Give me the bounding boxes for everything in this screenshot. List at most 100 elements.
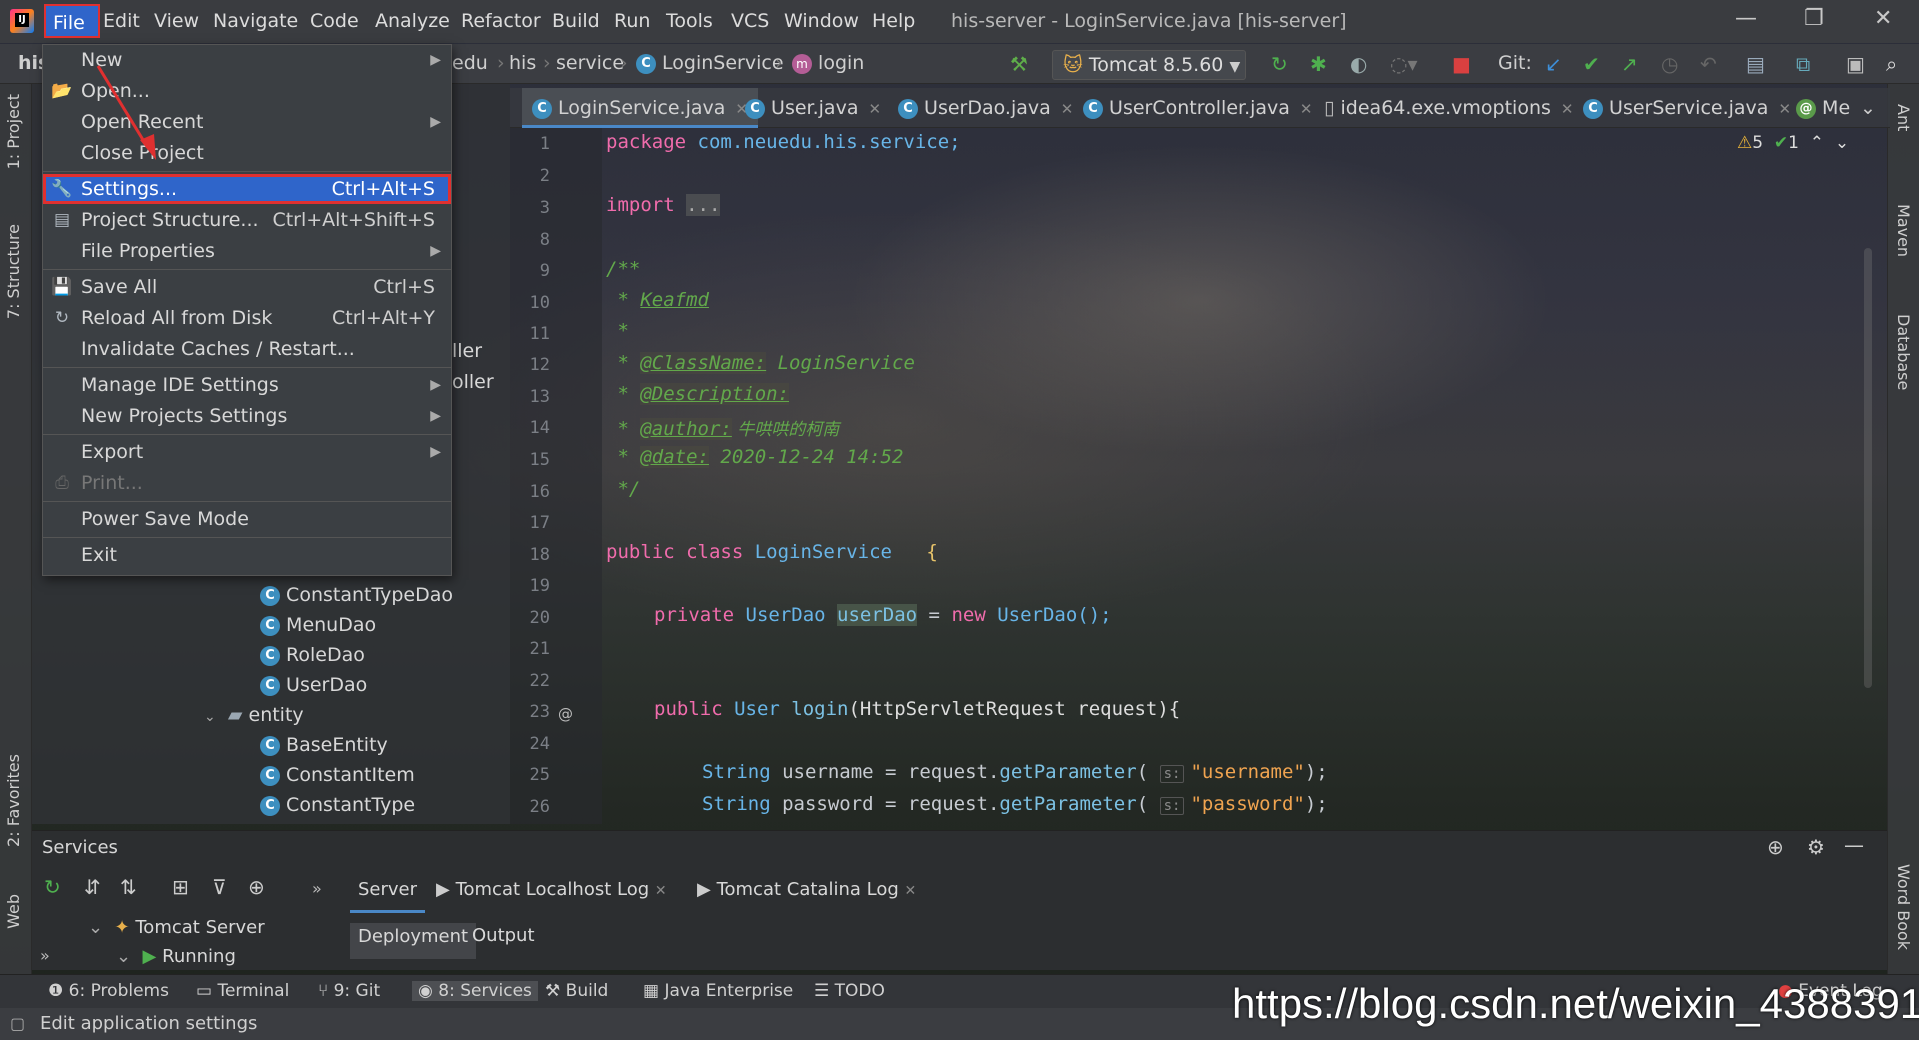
debug-icon[interactable]: ✱ bbox=[1310, 52, 1327, 76]
breadcrumb-loginservice[interactable]: C LoginService bbox=[636, 52, 784, 74]
editor-scrollbar[interactable] bbox=[1864, 248, 1872, 688]
gear-icon[interactable]: ⚙ bbox=[1807, 835, 1825, 859]
code-editor[interactable]: package com.neuedu.his.service; import .… bbox=[602, 128, 1872, 824]
close-tab-icon[interactable]: ✕ bbox=[1300, 100, 1313, 118]
subtab-output[interactable]: Output bbox=[472, 925, 535, 946]
database-tool-button[interactable]: Database bbox=[1894, 314, 1913, 390]
tree-item-constantitem[interactable]: C ConstantItem bbox=[260, 764, 415, 786]
tab-more[interactable]: @ Me bbox=[1796, 88, 1850, 128]
expand-all-icon[interactable]: ⇵ bbox=[84, 875, 101, 899]
menu-item-reload-all[interactable]: ↻ Reload All from Disk Ctrl+Alt+Y bbox=[43, 303, 451, 333]
tree-item-menudao[interactable]: C MenuDao bbox=[260, 614, 376, 636]
menu-run[interactable]: Run bbox=[614, 10, 650, 32]
stop-icon[interactable]: ■ bbox=[1452, 52, 1471, 76]
tree-item-roledao[interactable]: C RoleDao bbox=[260, 644, 365, 666]
more-icon[interactable]: » bbox=[312, 879, 322, 898]
menu-vcs[interactable]: VCS bbox=[731, 10, 769, 32]
tab-tomcat-catalina-log[interactable]: ▶ Tomcat Catalina Log ✕ bbox=[697, 879, 916, 900]
tab-usercontroller[interactable]: C UserController.java ✕ bbox=[1083, 88, 1313, 128]
menu-item-project-structure[interactable]: ▤ Project Structure... Ctrl+Alt+Shift+S bbox=[43, 205, 451, 235]
menu-view[interactable]: View bbox=[154, 10, 199, 32]
structure-tool-button[interactable]: 7: Structure bbox=[4, 224, 23, 319]
problems-tool-button[interactable]: ❶ 6: Problems bbox=[48, 981, 169, 1001]
tab-server[interactable]: Server bbox=[350, 879, 426, 913]
menu-edit[interactable]: Edit bbox=[103, 10, 140, 32]
web-tool-button[interactable]: Web bbox=[4, 894, 23, 929]
collapse-all-icon[interactable]: ⇅ bbox=[120, 875, 137, 899]
menu-item-invalidate-caches[interactable]: Invalidate Caches / Restart... bbox=[43, 334, 451, 364]
project-structure-icon[interactable]: ▤ bbox=[1746, 52, 1765, 76]
menu-item-exit[interactable]: Exit bbox=[43, 540, 451, 570]
breadcrumb-service[interactable]: service bbox=[556, 52, 624, 74]
tree-item[interactable]: oller bbox=[452, 371, 494, 393]
breadcrumb-edu[interactable]: edu bbox=[452, 52, 488, 74]
git-update-icon[interactable]: ↙ bbox=[1545, 52, 1562, 76]
menu-navigate[interactable]: Navigate bbox=[213, 10, 298, 32]
tab-list-chevron-icon[interactable]: ⌄ bbox=[1860, 88, 1876, 128]
menu-help[interactable]: Help bbox=[872, 10, 915, 32]
git-tool-button[interactable]: ⑂ 9: Git bbox=[318, 981, 380, 1001]
maven-tool-button[interactable]: Maven bbox=[1894, 204, 1913, 257]
tree-item-constanttypedao[interactable]: C ConstantTypeDao bbox=[260, 584, 453, 606]
close-tab-icon[interactable]: ✕ bbox=[1561, 100, 1574, 118]
favorites-tool-button[interactable]: 2: Favorites bbox=[4, 754, 23, 847]
override-marker-icon[interactable]: @ bbox=[558, 705, 573, 723]
tab-tomcat-localhost-log[interactable]: ▶ Tomcat Localhost Log ✕ bbox=[436, 879, 667, 900]
globe-icon[interactable]: ⊕ bbox=[1767, 835, 1784, 859]
rerun-icon[interactable]: ↻ bbox=[1271, 52, 1288, 76]
menu-analyze[interactable]: Analyze bbox=[375, 10, 450, 32]
menu-code[interactable]: Code bbox=[310, 10, 359, 32]
build-hammer-icon[interactable]: ⚒ bbox=[1010, 52, 1028, 76]
restore-icon[interactable]: ❐ bbox=[1804, 6, 1824, 31]
menu-item-file-properties[interactable]: File Properties ▶ bbox=[43, 236, 451, 266]
menu-refactor[interactable]: Refactor bbox=[461, 10, 541, 32]
tab-userdao[interactable]: C UserDao.java ✕ bbox=[898, 88, 1073, 128]
todo-tool-button[interactable]: ☰ TODO bbox=[814, 981, 885, 1001]
menu-item-settings[interactable]: 🔧 Settings... Ctrl+Alt+S bbox=[43, 174, 451, 204]
profile-icon[interactable]: ◌▾ bbox=[1390, 52, 1418, 76]
menu-build[interactable]: Build bbox=[552, 10, 600, 32]
tree-item-baseentity[interactable]: C BaseEntity bbox=[260, 734, 388, 756]
tree-folder-entity[interactable]: ⌄ ▰ entity bbox=[204, 704, 304, 726]
filter-icon[interactable]: ⊽ bbox=[212, 875, 227, 899]
menu-file[interactable]: File bbox=[44, 4, 100, 38]
refresh-icon[interactable]: ↻ bbox=[44, 875, 61, 899]
breadcrumb-his[interactable]: his bbox=[509, 52, 536, 74]
group-icon[interactable]: ⊞ bbox=[172, 875, 189, 899]
tree-running[interactable]: ⌄ ▶ Running bbox=[116, 946, 236, 967]
services-tool-button[interactable]: ◉ 8: Services bbox=[412, 981, 538, 1001]
build-tool-button[interactable]: ⚒ Build bbox=[545, 981, 608, 1001]
tree-item[interactable]: ller bbox=[452, 340, 482, 362]
close-tab-icon[interactable]: ✕ bbox=[1061, 100, 1074, 118]
terminal-tool-button[interactable]: ▭ Terminal bbox=[196, 981, 289, 1001]
menu-window[interactable]: Window bbox=[784, 10, 859, 32]
menu-tools[interactable]: Tools bbox=[666, 10, 713, 32]
more-icon[interactable]: » bbox=[40, 946, 50, 965]
hide-panel-icon[interactable]: — bbox=[1844, 833, 1864, 857]
close-tab-icon[interactable]: ✕ bbox=[868, 100, 881, 118]
menu-item-save-all[interactable]: 💾 Save All Ctrl+S bbox=[43, 272, 451, 302]
project-tool-button[interactable]: 1: Project bbox=[4, 94, 23, 169]
git-push-icon[interactable]: ↗ bbox=[1621, 52, 1638, 76]
folded-imports[interactable]: ... bbox=[686, 194, 721, 216]
status-panel-icon[interactable]: ▢ bbox=[10, 1014, 25, 1033]
add-service-icon[interactable]: ⊕ bbox=[248, 875, 265, 899]
close-icon[interactable]: ✕ bbox=[1874, 6, 1892, 31]
ant-tool-button[interactable]: Ant bbox=[1894, 104, 1913, 131]
git-history-icon[interactable]: ◷ bbox=[1661, 52, 1678, 76]
tree-tomcat-server[interactable]: ⌄ ✦ Tomcat Server bbox=[88, 917, 265, 938]
close-tab-icon[interactable]: ✕ bbox=[1778, 100, 1791, 118]
tab-user[interactable]: C User.java ✕ bbox=[745, 88, 881, 128]
search-icon[interactable]: ⌕ bbox=[1886, 52, 1897, 76]
layout-icon[interactable]: ▣ bbox=[1846, 52, 1865, 76]
tree-item-constanttype[interactable]: C ConstantType bbox=[260, 794, 415, 816]
tab-loginservice[interactable]: C LoginService.java ✕ bbox=[522, 88, 758, 128]
menu-item-export[interactable]: Export ▶ bbox=[43, 437, 451, 467]
translate-icon[interactable]: ⧉ bbox=[1796, 52, 1810, 76]
run-configuration-select[interactable]: 🐱 Tomcat 8.5.60 ▼ bbox=[1052, 50, 1246, 80]
subtab-deployment[interactable]: Deployment bbox=[350, 923, 477, 959]
word-book-tool-button[interactable]: Word Book bbox=[1894, 864, 1913, 950]
menu-item-new-projects-settings[interactable]: New Projects Settings ▶ bbox=[43, 401, 451, 431]
git-commit-icon[interactable]: ✔ bbox=[1583, 52, 1600, 76]
tree-item-userdao[interactable]: C UserDao bbox=[260, 674, 367, 696]
